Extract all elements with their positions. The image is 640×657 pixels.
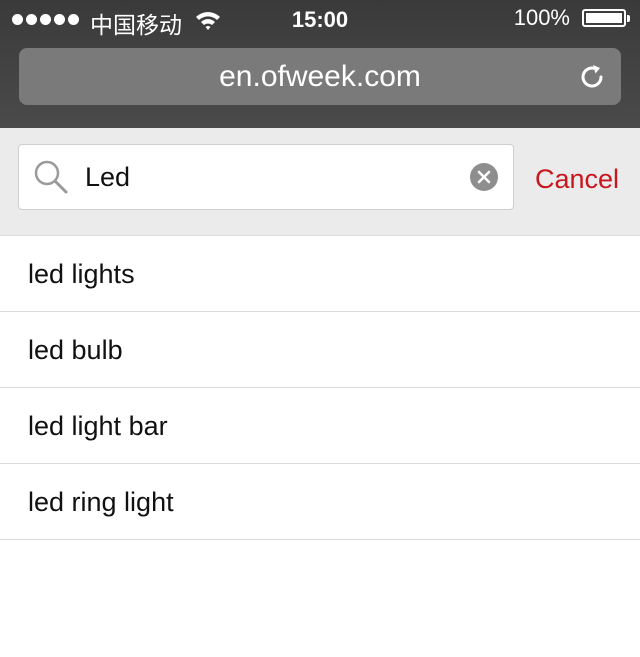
battery-icon [582,9,630,27]
address-bar[interactable]: en.ofweek.com [19,48,621,105]
search-input[interactable] [85,162,455,193]
suggestion-item[interactable]: led lights [0,236,640,312]
cancel-button[interactable]: Cancel [535,164,619,195]
suggestion-item[interactable]: led ring light [0,464,640,540]
suggestion-item[interactable]: led bulb [0,312,640,388]
search-field[interactable] [18,144,514,210]
reload-icon[interactable] [577,62,607,97]
search-bar-area: Cancel [0,128,640,236]
suggestion-item[interactable]: led light bar [0,388,640,464]
suggestion-list: led lights led bulb led light bar led ri… [0,236,640,540]
clear-circle-icon[interactable] [469,162,499,197]
status-bar: 中国移动 15:00 100% [0,0,640,40]
magnifier-icon [33,159,69,200]
battery-level [586,13,622,23]
battery-percentage: 100% [513,5,570,30]
browser-chrome: 中国移动 15:00 100% en.ofweek.com [0,0,640,128]
url-text[interactable]: en.ofweek.com [19,60,621,94]
